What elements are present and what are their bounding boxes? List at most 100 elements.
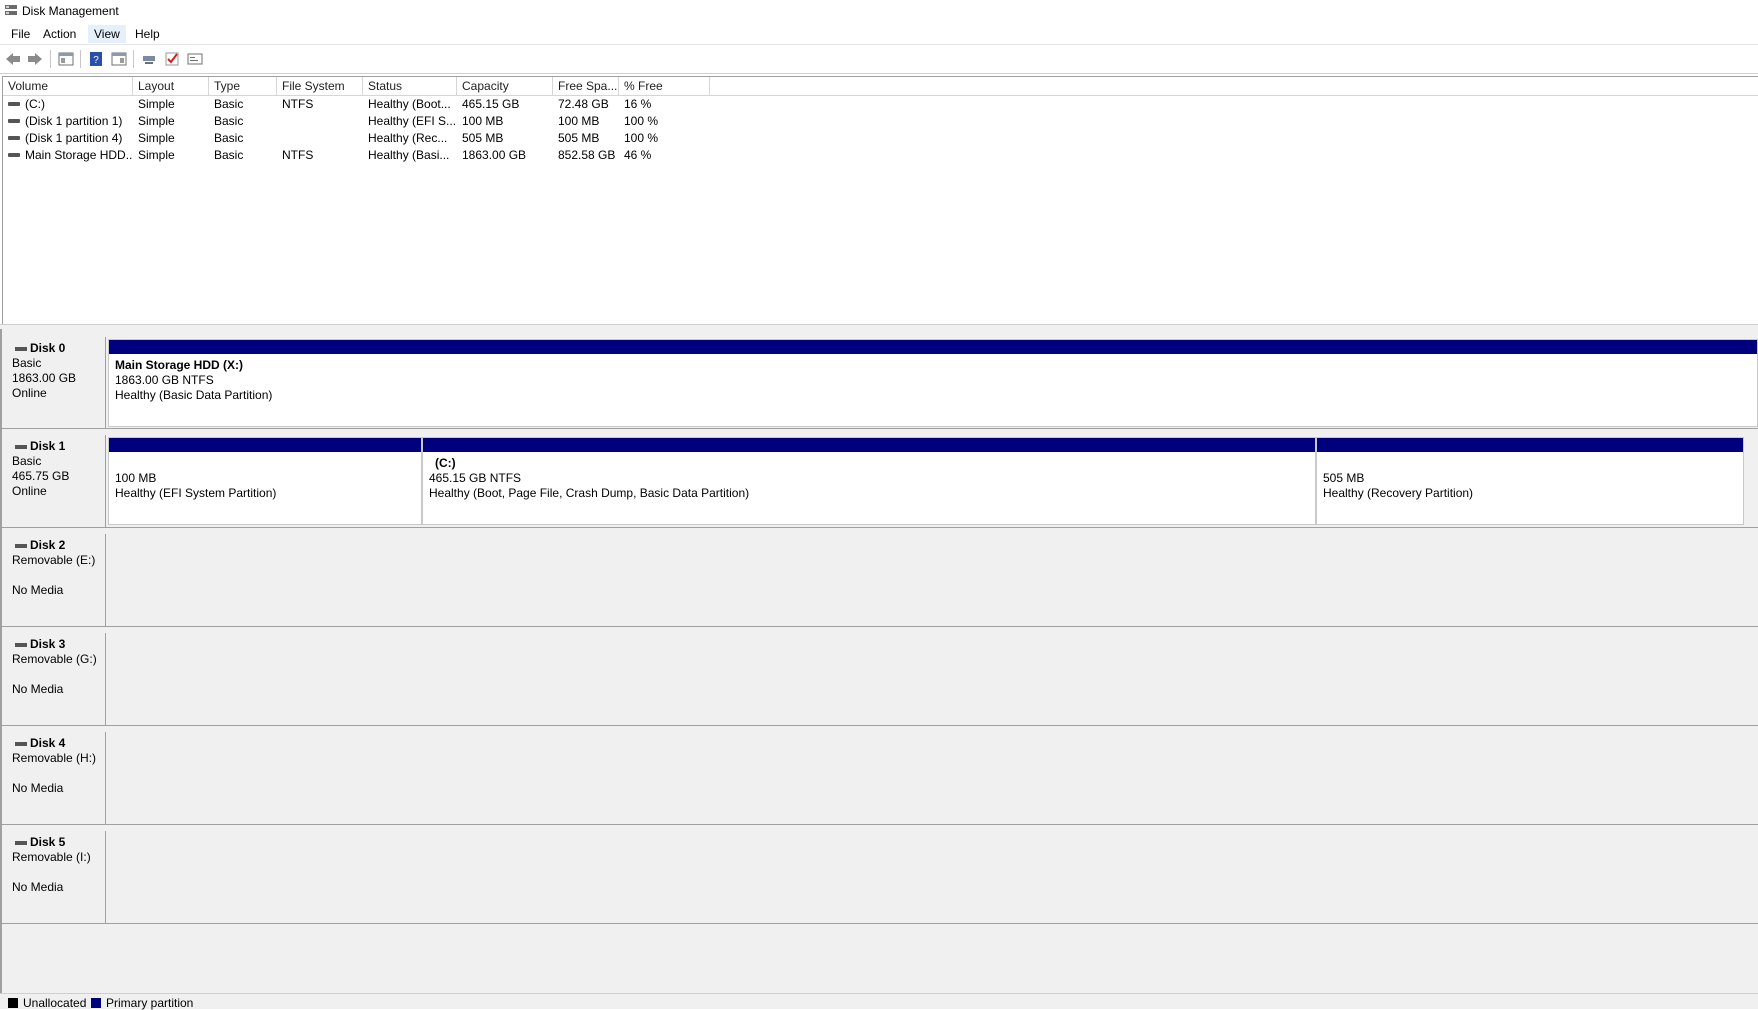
connect-icon[interactable] [140,50,158,68]
toolbar: ? [0,45,1758,74]
disk-capacity [12,667,105,682]
disk-icon [15,840,27,845]
disk-name: Disk 2 [30,538,66,552]
disk-info-1[interactable]: Disk 1 Basic 465.75 GB Online [4,435,106,527]
table-row[interactable]: (Disk 1 partition 4) Simple Basic Health… [3,130,1758,147]
disk-graphical-view: Disk 0 Basic 1863.00 GB Online Main Stor… [0,329,1758,1008]
partition-main-storage-hdd[interactable]: Main Storage HDD (X:) 1863.00 GB NTFS He… [108,339,1758,427]
cell-layout: Simple [138,114,175,128]
menu-file[interactable]: File [5,25,36,43]
column-header-capacity[interactable]: Capacity [457,77,553,95]
cell-percent-free: 16 % [624,97,652,111]
disk-type: Removable (I:) [12,850,91,864]
table-row[interactable]: Main Storage HDD... Simple Basic NTFS He… [3,147,1758,164]
column-header-layout[interactable]: Layout [133,77,209,95]
cell-volume: Main Storage HDD... [25,148,133,162]
primary-partition-bar [109,340,1757,354]
cell-file-system: NTFS [282,148,314,162]
cell-type: Basic [214,131,244,145]
disk-name: Disk 5 [30,835,66,849]
disk-icon [15,444,27,449]
menu-bar: File Action View Help [0,22,1758,45]
column-header-volume[interactable]: Volume [3,77,133,95]
back-arrow-icon[interactable] [4,50,22,68]
forward-arrow-icon[interactable] [26,50,44,68]
disk-status: Online [12,386,47,400]
disk-type: Removable (H:) [12,751,97,765]
partition-status: Healthy (Basic Data Partition) [115,388,273,402]
column-header-status[interactable]: Status [363,77,457,95]
help-icon[interactable]: ? [87,50,105,68]
disk-info-5[interactable]: Disk 5 Removable (I:) No Media [4,831,106,923]
disk-icon [15,741,27,746]
column-header-type[interactable]: Type [209,77,277,95]
rescan-icon[interactable] [186,50,204,68]
disk-capacity [12,865,105,880]
volume-icon [8,119,20,123]
cell-type: Basic [214,114,244,128]
svg-text:?: ? [93,55,99,66]
disk-info-4[interactable]: Disk 4 Removable (H:) No Media [4,732,106,824]
disk-type: Basic [12,454,42,468]
checkmark-icon[interactable] [163,50,181,68]
cell-file-system [282,113,362,130]
partition-size: 465.15 GB NTFS [429,471,522,485]
primary-partition-bar [109,438,421,452]
cell-percent-free: 100 % [624,131,659,145]
cell-file-system [282,130,362,147]
cell-percent-free: 100 % [624,114,659,128]
menu-help[interactable]: Help [129,25,166,43]
cell-volume: (Disk 1 partition 4) [25,131,123,145]
console-tree-icon[interactable] [57,50,75,68]
column-header-free-space[interactable]: Free Spa... [553,77,619,95]
disk-info-3[interactable]: Disk 3 Removable (G:) No Media [4,633,106,725]
disk-status: No Media [12,682,64,696]
primary-partition-bar [423,438,1315,452]
partition-efi-system[interactable]: 100 MB Healthy (EFI System Partition) [108,437,422,525]
disk-row-4: Disk 4 Removable (H:) No Media [2,726,1758,824]
disk-status: No Media [12,583,64,597]
menu-action[interactable]: Action [37,25,82,43]
cell-free-space: 505 MB [558,131,600,145]
toolbar-separator [50,50,51,68]
properties-icon[interactable] [110,50,128,68]
disk-info-0[interactable]: Disk 0 Basic 1863.00 GB Online [4,337,106,428]
volume-list-header: Volume Layout Type File System Status Ca… [3,77,1758,96]
disk-icon [15,543,27,548]
unallocated-swatch [8,998,18,1008]
partition-legend: Unallocated Primary partition [0,993,1758,1010]
disk-capacity: 1863.00 GB [12,371,77,385]
menu-view[interactable]: View [88,25,126,43]
cell-capacity: 505 MB [462,131,504,145]
cell-type: Basic [214,148,244,162]
cell-layout: Simple [138,148,175,162]
cell-capacity: 100 MB [462,114,504,128]
cell-capacity: 1863.00 GB [462,148,527,162]
column-header-percent-free[interactable]: % Free [619,77,710,95]
toolbar-separator [80,50,81,68]
table-row[interactable]: (Disk 1 partition 1) Simple Basic Health… [3,113,1758,130]
disk-name: Disk 4 [30,736,66,750]
disk-capacity [12,568,105,583]
primary-partition-bar [1317,438,1743,452]
disk-row-3: Disk 3 Removable (G:) No Media [2,627,1758,725]
disk-row-5: Disk 5 Removable (I:) No Media [2,825,1758,923]
column-header-file-system[interactable]: File System [277,77,363,95]
table-row[interactable]: (C:) Simple Basic NTFS Healthy (Boot... … [3,96,1758,113]
disk-status: Online [12,484,47,498]
partition-c-drive[interactable]: (C:) 465.15 GB NTFS Healthy (Boot, Page … [422,437,1316,525]
partition-title: (C:) [435,456,456,470]
cell-free-space: 100 MB [558,114,600,128]
cell-layout: Simple [138,97,175,111]
disk-name: Disk 0 [30,341,66,355]
disk-info-2[interactable]: Disk 2 Removable (E:) No Media [4,534,106,626]
partition-size: 1863.00 GB NTFS [115,373,214,387]
volume-icon [8,136,20,140]
cell-volume: (Disk 1 partition 1) [25,114,123,128]
cell-layout: Simple [138,131,175,145]
disk-management-app-icon [5,5,17,15]
disk-row-2: Disk 2 Removable (E:) No Media [2,528,1758,626]
partition-recovery[interactable]: 505 MB Healthy (Recovery Partition) [1316,437,1744,525]
disk-capacity [12,766,105,781]
cell-status: Healthy (Basi... [368,148,450,162]
